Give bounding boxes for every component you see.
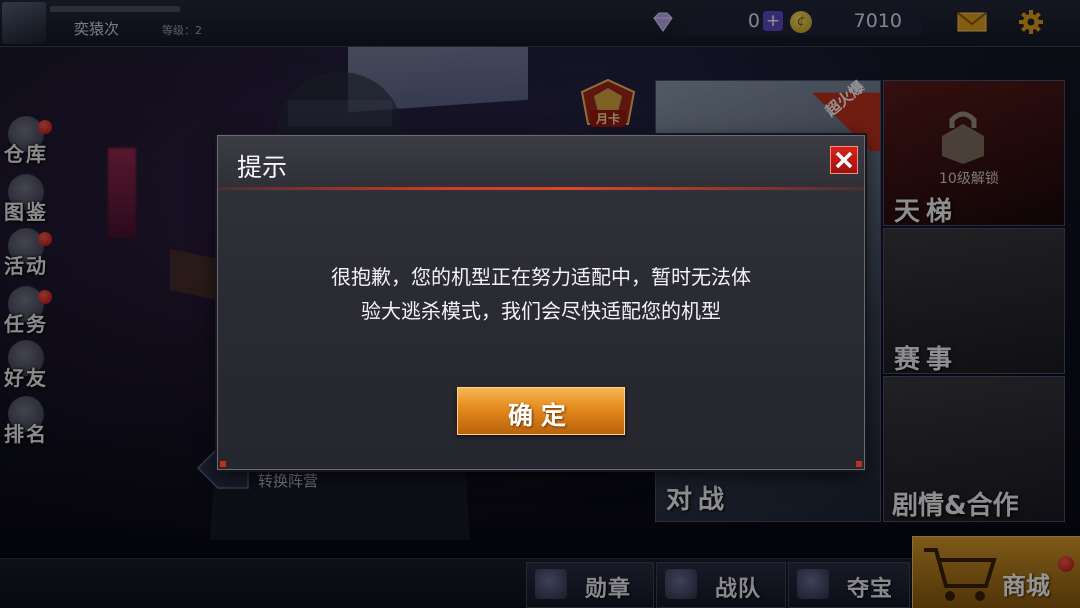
dialog-message: 很抱歉，您的机型正在努力适配中，暂时无法体 验大逃杀模式，我们会尽快适配您的机型 xyxy=(258,260,824,328)
header-divider xyxy=(218,187,864,190)
game-lobby: 奕猿次 等级：2 0 + ¢ 7010 仓库 图鉴 活动 任务 好友 排名 月卡… xyxy=(0,0,1080,608)
confirm-label: 确定 xyxy=(507,401,574,430)
corner-decoration xyxy=(856,461,862,467)
dialog-message-line-2: 验大逃杀模式，我们会尽快适配您的机型 xyxy=(361,299,721,323)
dialog-header xyxy=(218,136,864,188)
dialog-title: 提示 xyxy=(237,153,288,182)
dialog-message-line-1: 很抱歉，您的机型正在努力适配中，暂时无法体 xyxy=(331,265,751,289)
close-icon xyxy=(835,151,853,169)
confirm-button[interactable]: 确定 xyxy=(457,387,625,435)
corner-decoration xyxy=(220,461,226,467)
close-button[interactable] xyxy=(830,146,858,174)
notice-dialog: 提示 很抱歉，您的机型正在努力适配中，暂时无法体 验大逃杀模式，我们会尽快适配您… xyxy=(217,135,865,470)
